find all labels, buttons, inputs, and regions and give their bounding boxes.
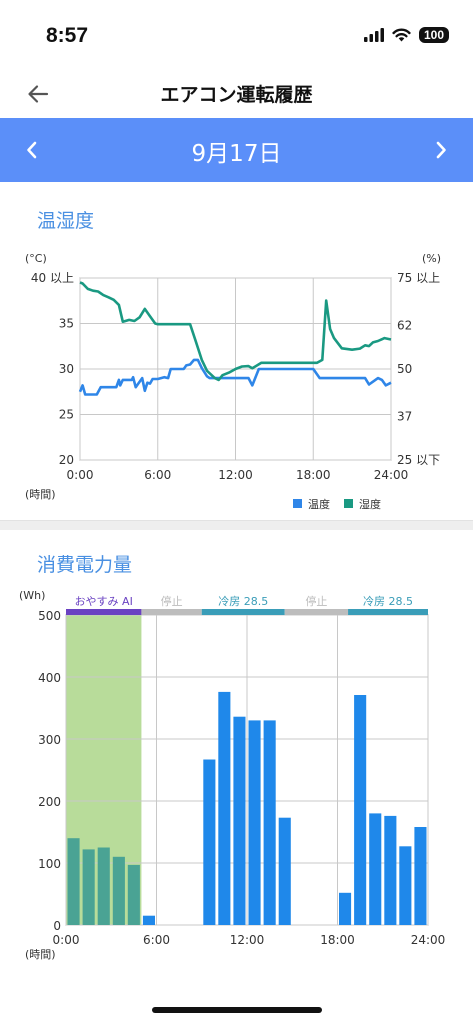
mode-label: おやすみ AI bbox=[75, 595, 133, 608]
power-y-tick-label: 400 bbox=[38, 671, 61, 685]
legend-temperature-swatch bbox=[293, 499, 302, 508]
legend-humidity-swatch bbox=[344, 499, 353, 508]
chevron-right-icon bbox=[436, 141, 446, 159]
humidity-y-tick-label: 75 以上 bbox=[397, 271, 440, 285]
power-y-tick-label: 0 bbox=[53, 919, 61, 933]
mode-label: 冷房 28.5 bbox=[218, 595, 268, 608]
power-bar bbox=[414, 827, 427, 925]
temp-x-tick-label: 0:00 bbox=[67, 468, 94, 482]
mode-strip-segment bbox=[141, 609, 202, 615]
power-unit-label: (Wh) bbox=[19, 589, 45, 602]
power-x-tick-label: 0:00 bbox=[53, 933, 80, 947]
power-bar bbox=[248, 720, 261, 925]
temp-humidity-chart: 40 以上 35 30 25 20 75 以上 62 50 37 25 以下 0:00 6:00 12:… bbox=[25, 252, 441, 511]
legend-humidity-label: 湿度 bbox=[359, 497, 381, 511]
humidity-y-tick-label: 25 以下 bbox=[397, 453, 440, 467]
power-x-tick-label: 12:00 bbox=[230, 933, 265, 947]
chart-legend: 温度 湿度 bbox=[293, 497, 381, 511]
legend-temperature-label: 温度 bbox=[308, 497, 330, 511]
date-navigation-bar: 9月17日 bbox=[0, 118, 473, 182]
humidity-unit-label: (%) bbox=[422, 252, 441, 265]
temp-x-tick-label: 18:00 bbox=[296, 468, 331, 482]
power-bar bbox=[233, 716, 246, 925]
power-bar bbox=[67, 838, 80, 925]
power-y-tick-label: 500 bbox=[38, 609, 61, 623]
mode-strip-segment bbox=[284, 609, 349, 615]
power-bar bbox=[112, 856, 125, 925]
current-date: 9月17日 bbox=[191, 141, 282, 167]
temp-humidity-section-title: 温湿度 bbox=[37, 210, 95, 232]
wifi-icon bbox=[392, 28, 411, 42]
power-bar bbox=[354, 695, 367, 925]
mode-label: 停止 bbox=[161, 594, 183, 608]
power-bar bbox=[142, 915, 155, 925]
humidity-y-tick-label: 37 bbox=[397, 409, 412, 423]
power-x-unit-label: (時間) bbox=[25, 948, 56, 961]
power-bar bbox=[278, 817, 291, 925]
operation-mode-strip: おやすみ AI 停止 冷房 28.5 停止 冷房 28.5 bbox=[66, 594, 428, 615]
mode-strip-segment bbox=[201, 609, 285, 615]
power-bar bbox=[127, 864, 140, 925]
status-bar: 8:57 100 bbox=[0, 0, 473, 70]
temp-x-tick-label: 6:00 bbox=[144, 468, 171, 482]
next-day-button[interactable] bbox=[423, 132, 459, 168]
temp-y-tick-label: 30 bbox=[59, 362, 74, 376]
status-icons: 100 bbox=[363, 27, 449, 43]
power-x-tick-label: 18:00 bbox=[320, 933, 355, 947]
power-x-tick-label: 6:00 bbox=[143, 933, 170, 947]
temp-y-tick-label: 25 bbox=[59, 408, 74, 422]
power-bar bbox=[369, 813, 382, 925]
power-bar bbox=[384, 815, 397, 925]
power-bar bbox=[218, 691, 231, 925]
temp-y-tick-label: 35 bbox=[59, 317, 74, 331]
power-bar bbox=[97, 847, 110, 925]
navigation-bar: エアコン運転履歴 bbox=[0, 70, 473, 118]
power-bar bbox=[399, 846, 412, 925]
page-title: エアコン運転履歴 bbox=[160, 84, 313, 106]
battery-indicator: 100 bbox=[418, 27, 449, 43]
mode-label: 停止 bbox=[305, 594, 327, 608]
cellular-signal-icon bbox=[363, 28, 384, 42]
temp-x-unit-label: (時間) bbox=[25, 488, 56, 501]
humidity-y-tick-label: 50 bbox=[397, 362, 412, 376]
temp-y-tick-label: 40 以上 bbox=[31, 271, 74, 285]
power-bar bbox=[203, 759, 216, 925]
power-bar bbox=[339, 892, 352, 925]
status-time: 8:57 bbox=[46, 24, 89, 47]
power-y-tick-label: 200 bbox=[38, 795, 61, 809]
mode-strip-segment bbox=[66, 609, 142, 615]
temp-x-tick-label: 24:00 bbox=[374, 468, 409, 482]
power-consumption-chart: おやすみ AI 停止 冷房 28.5 停止 冷房 28.5 0 100 200 300 400 5… bbox=[19, 589, 446, 961]
temp-y-tick-label: 20 bbox=[59, 453, 74, 467]
temp-x-tick-label: 12:00 bbox=[218, 468, 253, 482]
home-indicator[interactable] bbox=[152, 1007, 322, 1013]
power-bar bbox=[263, 720, 276, 925]
temp-unit-label: (°C) bbox=[25, 252, 47, 265]
power-y-tick-label: 300 bbox=[38, 733, 61, 747]
power-y-tick-label: 100 bbox=[38, 857, 61, 871]
section-divider bbox=[0, 520, 473, 530]
mode-label: 冷房 28.5 bbox=[363, 595, 413, 608]
humidity-y-tick-label: 62 bbox=[397, 318, 412, 332]
power-bar bbox=[82, 849, 95, 925]
mode-strip-segment bbox=[348, 609, 428, 615]
power-x-tick-label: 24:00 bbox=[411, 933, 446, 947]
power-section-title: 消費電力量 bbox=[37, 554, 133, 576]
